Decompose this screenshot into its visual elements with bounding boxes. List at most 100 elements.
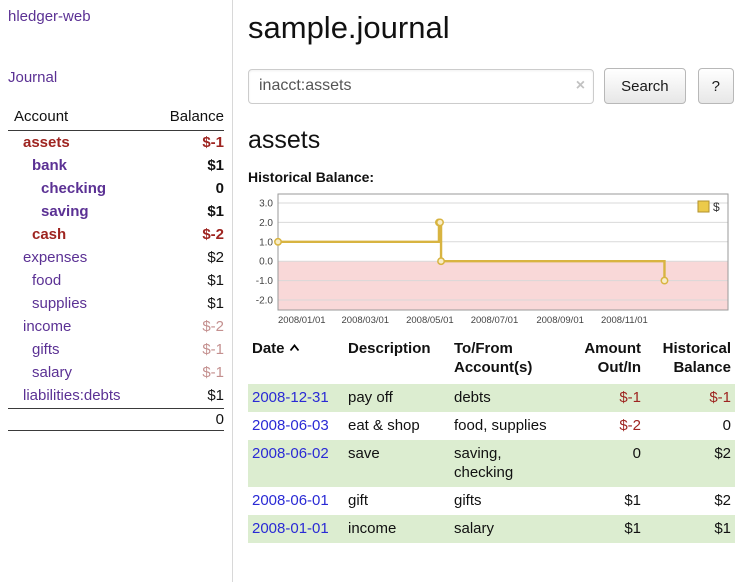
transaction-description: pay off [344, 384, 450, 412]
sidebar: hledger-web Journal Account Balance asse… [0, 0, 233, 582]
account-row: assets $-1 [8, 131, 224, 154]
transaction-row: 2008-06-02savesaving, checking0$2 [248, 440, 735, 487]
transaction-date-link[interactable]: 2008-01-01 [252, 520, 329, 537]
account-row: gifts $-1 [8, 338, 224, 361]
balance-column-header: Balance [170, 108, 224, 125]
account-row: cash $-2 [8, 223, 224, 246]
sidebar-account-link[interactable]: assets [8, 134, 70, 151]
transaction-description: save [344, 440, 450, 487]
accounts-total-row: 0 [8, 408, 224, 431]
transaction-row: 2008-01-01incomesalary$1$1 [248, 515, 735, 543]
sidebar-account-balance: $1 [207, 387, 224, 404]
transaction-date-link[interactable]: 2008-06-03 [252, 417, 329, 434]
sidebar-account-link[interactable]: liabilities:debts [8, 387, 121, 404]
sidebar-account-link[interactable]: cash [8, 226, 66, 243]
sidebar-account-link[interactable]: supplies [8, 295, 87, 312]
sidebar-account-link[interactable]: food [8, 272, 61, 289]
transaction-date-link[interactable]: 2008-06-02 [252, 445, 329, 462]
transaction-balance: $2 [645, 487, 735, 515]
svg-text:2008/03/01: 2008/03/01 [342, 315, 390, 326]
transaction-date-cell: 2008-06-01 [248, 487, 344, 515]
sidebar-account-link[interactable]: checking [8, 180, 106, 197]
sidebar-account-balance: $1 [207, 157, 224, 174]
description-column-header: Description [344, 337, 450, 384]
transaction-date-link[interactable]: 2008-06-01 [252, 492, 329, 509]
transaction-amount: $1 [566, 487, 645, 515]
search-form: × Search ? [248, 68, 734, 104]
sidebar-account-link[interactable]: saving [8, 203, 89, 220]
svg-text:1.0: 1.0 [259, 237, 273, 248]
transaction-amount: $-2 [566, 412, 645, 440]
account-row: checking 0 [8, 177, 224, 200]
transaction-accounts: saving, checking [450, 440, 566, 487]
sidebar-account-balance: $1 [207, 203, 224, 220]
svg-text:2008/09/01: 2008/09/01 [536, 315, 584, 326]
date-column-header[interactable]: Date [248, 337, 344, 384]
transaction-accounts: food, supplies [450, 412, 566, 440]
account-row: bank $1 [8, 154, 224, 177]
account-row: saving $1 [8, 200, 224, 223]
svg-text:2.0: 2.0 [259, 218, 273, 229]
sidebar-account-link[interactable]: income [8, 318, 71, 335]
historical-balance-chart: 3.02.01.00.0-1.0-2.02008/01/012008/03/01… [248, 189, 735, 329]
transaction-accounts: gifts [450, 487, 566, 515]
transaction-row: 2008-12-31pay offdebts$-1$-1 [248, 384, 735, 412]
svg-text:2008/07/01: 2008/07/01 [471, 315, 519, 326]
account-row: supplies $1 [8, 292, 224, 315]
accounts-column-header: To/From Account(s) [450, 337, 566, 384]
account-row: liabilities:debts $1 [8, 384, 224, 407]
sidebar-account-link[interactable]: bank [8, 157, 67, 174]
main-content: sample.journal × Search ? assets Histori… [234, 0, 742, 582]
sidebar-item-journal[interactable]: Journal [8, 69, 224, 86]
transaction-description: eat & shop [344, 412, 450, 440]
accounts-rows: assets $-1 bank $1 checking 0 saving $1 cash $-2 e… [8, 131, 224, 407]
sidebar-account-balance: $1 [207, 295, 224, 312]
accounts-table: Account Balance assets $-1 bank $1 checking 0… [8, 106, 224, 431]
transaction-balance: $1 [645, 515, 735, 543]
transaction-row: 2008-06-03 eat & shopfood, supplies$-20 [248, 412, 735, 440]
search-button[interactable]: Search [604, 68, 686, 104]
help-button[interactable]: ? [698, 68, 734, 104]
svg-text:-2.0: -2.0 [256, 296, 274, 307]
sidebar-account-link[interactable]: salary [8, 364, 72, 381]
sidebar-account-balance: $-1 [202, 134, 224, 151]
transaction-date-cell: 2008-06-02 [248, 440, 344, 487]
svg-text:3.0: 3.0 [259, 199, 273, 210]
account-row: income $-2 [8, 315, 224, 338]
transaction-date-link[interactable]: 2008-12-31 [252, 389, 329, 406]
account-row: salary $-1 [8, 361, 224, 384]
transaction-description: gift [344, 487, 450, 515]
transaction-balance: $-1 [645, 384, 735, 412]
svg-text:2008/01/01: 2008/01/01 [278, 315, 326, 326]
transaction-balance: $2 [645, 440, 735, 487]
amount-column-header: Amount Out/In [566, 337, 645, 384]
sidebar-account-balance: 0 [216, 180, 224, 197]
sidebar-account-balance: $-2 [202, 318, 224, 335]
clear-search-icon[interactable]: × [576, 76, 585, 96]
svg-text:2008/11/01: 2008/11/01 [601, 315, 648, 326]
sidebar-account-balance: $-1 [202, 341, 224, 358]
accounts-table-header: Account Balance [8, 106, 224, 131]
transaction-amount: $-1 [566, 384, 645, 412]
sidebar-account-balance: $-2 [202, 226, 224, 243]
sidebar-account-link[interactable]: expenses [8, 249, 87, 266]
search-input[interactable] [248, 69, 594, 104]
transaction-date-cell: 2008-12-31 [248, 384, 344, 412]
svg-text:2008/05/01: 2008/05/01 [406, 315, 454, 326]
svg-text:$: $ [713, 200, 720, 214]
sidebar-account-balance: $-1 [202, 364, 224, 381]
transaction-accounts: salary [450, 515, 566, 543]
sort-ascending-icon [289, 344, 300, 352]
account-column-header: Account [14, 108, 68, 125]
sidebar-account-link[interactable]: gifts [8, 341, 60, 358]
search-input-wrap: × [248, 69, 594, 104]
transactions-header-row: Date Description To/From Account(s) Amou… [248, 337, 735, 384]
transaction-date-cell: 2008-01-01 [248, 515, 344, 543]
account-row: food $1 [8, 269, 224, 292]
chart-title: Historical Balance: [248, 169, 734, 185]
sidebar-account-balance: $1 [207, 272, 224, 289]
app-title-link[interactable]: hledger-web [8, 8, 224, 25]
transaction-balance: 0 [645, 412, 735, 440]
transaction-description: income [344, 515, 450, 543]
account-row: expenses$2 [8, 246, 224, 269]
